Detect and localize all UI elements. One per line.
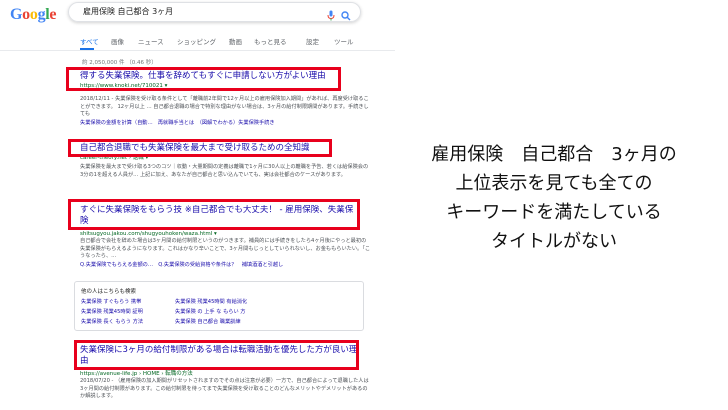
search-icon[interactable] [341,6,351,25]
tab-shopping[interactable]: ショッピング [177,36,216,46]
related-search-link[interactable]: 失業保険 長く もらう 方法 [81,318,143,325]
result-snippet: 失業保険を最大まで受け取る3つのコツ｜収動・大量期間の定義は離職で1ヶ月に30人… [80,164,369,178]
result-snippet: 自己都合で会社を辞めた場合は3ヶ月間の給付制限というのがつきます。補員的には手続… [80,238,371,259]
tab-tools[interactable]: ツール [334,36,354,46]
tab-videos[interactable]: 動画 [229,36,242,46]
annotation-line: キーワードを満たしている [446,202,662,223]
microphone-icon[interactable] [327,6,335,25]
highlight-box [68,199,360,230]
related-search-link[interactable]: 失業保険 自己都合 職業訓練 [175,318,241,325]
highlight-box [66,67,341,91]
related-search-link[interactable]: 失業保険 すぐもらう 携帯 [81,298,141,305]
highlight-box [68,139,332,157]
annotation-line: タイトルがない [491,231,617,252]
tab-more[interactable]: もっと見る [254,36,287,46]
annotation-line: 上位表示を見ても全ての [455,173,653,194]
related-search-link[interactable]: 失業保険 の 上手 な もらい 方 [175,308,246,315]
result-sitelinks[interactable]: Q.失業保険でもらえる金額の… Q.失業保険の受給資格や条件は？ 補填酒酒と引越… [80,261,370,269]
result-stats: 約 2,050,000 件 （0.46 秒） [82,60,157,66]
related-searches-box: 他の人はこちらも検索 失業保険 すぐもらう 携帯 失業保険 残業45時間 有給消… [74,281,364,331]
highlight-box [74,340,359,370]
related-search-link[interactable]: 失業保険 残業45時間 有給消化 [175,298,247,305]
result-snippet: 2018/07/20 - （雇用保険の加入期間がリセットされますのでその点は注意… [80,378,369,399]
tab-settings[interactable]: 設定 [306,36,319,46]
tab-news[interactable]: ニュース [138,36,164,46]
result-sitelinks[interactable]: 失業保険の金額を計算（自動… 再就職手当とは （図解でわかる）失業保険手続き [80,119,370,127]
result-url[interactable]: https://avenue-life.jp › HOME › 転職の方法 [80,370,370,378]
search-tabs: すべて 画像 ニュース ショッピング 動画 もっと見る 設定 ツール [80,36,380,48]
tab-images[interactable]: 画像 [111,36,124,46]
result-snippet: 2018/12/11 - 失業保険を受け取る条件として「離職前2年間で12ヶ月以… [80,96,369,117]
google-logo[interactable]: Google [10,6,57,24]
search-input[interactable]: 雇用保険 自己都合 3ヶ月 [83,6,173,17]
search-box[interactable]: 雇用保険 自己都合 3ヶ月 [68,2,361,22]
tab-all[interactable]: すべて [80,36,99,46]
header-divider [0,50,395,51]
related-searches-title: 他の人はこちらも検索 [81,289,137,295]
related-search-link[interactable]: 失業保険 残業45時間 証明 [81,308,143,315]
result-url[interactable]: shitsugyou.jakou.com/shugyouhoken/waza.h… [80,230,370,238]
annotation-line: 雇用保険 自己都合 3ヶ月の [431,144,677,165]
annotation-text: 雇用保険 自己都合 3ヶ月の 上位表示を見ても全ての キーワードを満たしている … [384,140,724,256]
